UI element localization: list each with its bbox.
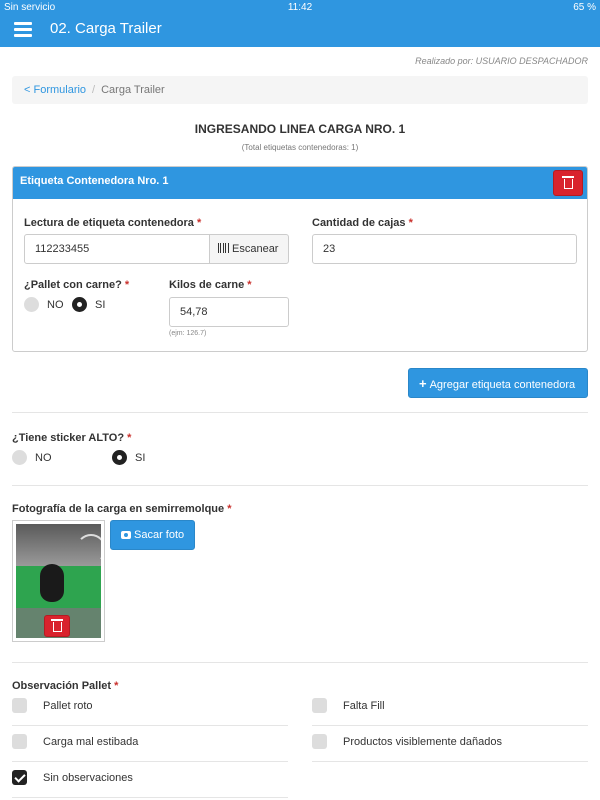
panel-heading: Etiqueta Contenedora Nro. 1 xyxy=(13,167,587,199)
pallet-si-radio[interactable] xyxy=(72,297,87,312)
battery-text: 65 % xyxy=(573,2,596,13)
take-photo-button[interactable]: Sacar foto xyxy=(110,520,195,550)
status-bar: Sin servicio 11:42 65 % xyxy=(0,0,600,16)
page-title: 02. Carga Trailer xyxy=(50,20,162,37)
sticker-no-label: NO xyxy=(35,452,52,464)
sin-observaciones-checkbox[interactable] xyxy=(12,770,27,785)
sin-observaciones-label: Sin observaciones xyxy=(43,772,133,784)
divider xyxy=(12,412,588,413)
realizado-por-text: Realizado por: USUARIO DESPACHADOR xyxy=(415,56,588,66)
delete-label-button[interactable] xyxy=(553,170,583,196)
kilos-label: Kilos de carne * xyxy=(169,279,252,291)
observacion-label: Observación Pallet * xyxy=(12,680,119,692)
clock-text: 11:42 xyxy=(287,2,313,13)
breadcrumb-current: Carga Trailer xyxy=(101,84,165,96)
panel-title: Etiqueta Contenedora Nro. 1 xyxy=(20,175,169,187)
container-label-panel: Etiqueta Contenedora Nro. 1 Lectura de e… xyxy=(12,166,588,352)
menu-icon[interactable] xyxy=(14,22,32,38)
trash-icon xyxy=(50,619,63,632)
plus-icon: + xyxy=(419,376,427,391)
pallet-carne-label: ¿Pallet con carne? * xyxy=(24,279,130,291)
add-container-label-button[interactable]: + Agregar etiqueta contenedora xyxy=(408,368,588,398)
lectura-input[interactable]: 112233455 xyxy=(24,234,210,264)
top-navbar: 02. Carga Trailer xyxy=(0,16,600,47)
delete-photo-button[interactable] xyxy=(44,615,70,637)
divider xyxy=(12,485,588,486)
foto-label: Fotografía de la carga en semirremolque … xyxy=(12,503,232,515)
cajas-input[interactable]: 23 xyxy=(312,234,577,264)
trash-icon xyxy=(561,176,574,189)
productos-danados-checkbox[interactable] xyxy=(312,734,327,749)
barcode-icon xyxy=(218,243,229,253)
kilos-hint: (ejm: 126.7) xyxy=(169,330,207,337)
falta-fill-label: Falta Fill xyxy=(343,700,385,712)
sticker-si-label: SI xyxy=(135,452,146,464)
lectura-label: Lectura de etiqueta contenedora * xyxy=(24,217,202,229)
sticker-no-radio[interactable] xyxy=(12,450,27,465)
falta-fill-checkbox[interactable] xyxy=(312,698,327,713)
carga-mal-estibada-label: Carga mal estibada xyxy=(43,736,139,748)
form-subheading: (Total etiquetas contenedoras: 1) xyxy=(241,143,359,152)
sticker-label: ¿Tiene sticker ALTO? * xyxy=(12,432,132,444)
cajas-label: Cantidad de cajas * xyxy=(312,217,413,229)
pallet-no-radio[interactable] xyxy=(24,297,39,312)
pallet-roto-checkbox[interactable] xyxy=(12,698,27,713)
pallet-roto-label: Pallet roto xyxy=(43,700,93,712)
breadcrumb: < Formulario / Carga Trailer xyxy=(12,76,588,104)
photo-thumbnail xyxy=(12,520,105,642)
scan-button[interactable]: Escanear xyxy=(209,234,289,264)
form-heading: INGRESANDO LINEA CARGA NRO. 1 xyxy=(194,122,406,136)
carga-mal-estibada-checkbox[interactable] xyxy=(12,734,27,749)
kilos-input[interactable]: 54,78 xyxy=(169,297,289,327)
pallet-no-label: NO xyxy=(47,299,64,311)
productos-danados-label: Productos visiblemente dañados xyxy=(343,736,502,748)
divider xyxy=(12,662,588,663)
breadcrumb-back-link[interactable]: < Formulario xyxy=(24,84,86,96)
pallet-si-label: SI xyxy=(95,299,106,311)
camera-icon xyxy=(121,531,131,539)
sticker-si-radio[interactable] xyxy=(112,450,127,465)
